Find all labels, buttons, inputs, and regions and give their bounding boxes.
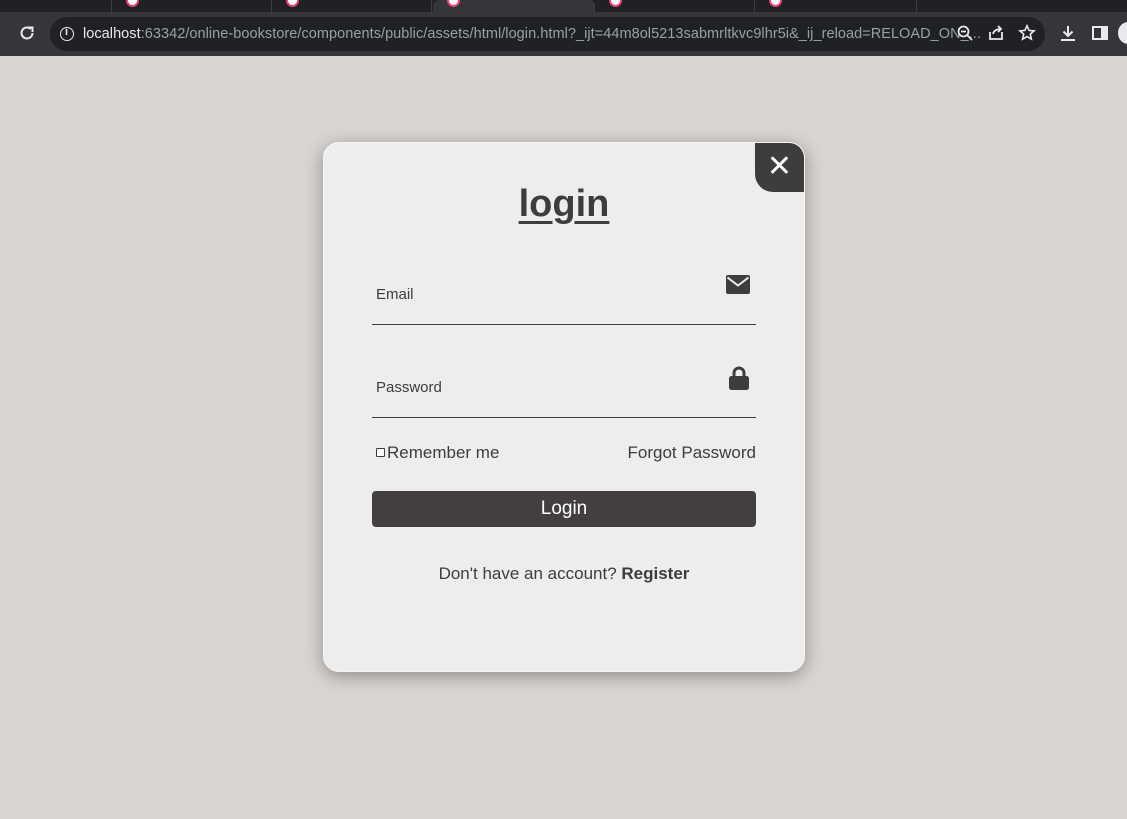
lock-icon <box>729 366 749 395</box>
browser-tab[interactable] <box>755 0 917 12</box>
remember-me-option[interactable]: Remember me <box>376 443 499 463</box>
browser-tab[interactable] <box>0 0 112 12</box>
tab-favicon-icon <box>126 0 139 7</box>
email-field[interactable]: Email <box>372 265 756 325</box>
password-label: Password <box>376 379 442 396</box>
remember-me-checkbox[interactable] <box>376 448 385 457</box>
browser-tab-strip <box>0 0 1127 12</box>
browser-tab[interactable] <box>112 0 272 12</box>
star-icon[interactable] <box>1017 23 1037 46</box>
share-icon[interactable] <box>987 24 1005 46</box>
profile-avatar[interactable] <box>1118 22 1127 44</box>
browser-toolbar: localhost:63342/online-bookstore/compone… <box>0 12 1127 56</box>
reload-icon[interactable] <box>18 24 36 46</box>
close-icon: ✕ <box>766 150 793 183</box>
info-icon[interactable] <box>60 26 74 41</box>
zoom-out-icon[interactable] <box>956 24 974 46</box>
browser-tab[interactable] <box>272 0 432 12</box>
login-button[interactable]: Login <box>372 491 756 527</box>
remember-me-label: Remember me <box>387 443 500 462</box>
login-title: login <box>518 183 610 225</box>
register-link[interactable]: Register <box>621 564 689 583</box>
url-text: localhost:63342/online-bookstore/compone… <box>83 26 981 42</box>
register-prompt: Don't have an account? Register <box>324 564 804 584</box>
envelope-icon <box>726 275 750 299</box>
tab-favicon-icon <box>769 0 782 7</box>
side-panel-icon[interactable] <box>1091 24 1109 46</box>
no-account-text: Don't have an account? <box>438 564 622 583</box>
browser-tab-active[interactable] <box>433 0 595 12</box>
email-label: Email <box>376 286 414 303</box>
download-icon[interactable] <box>1059 24 1077 46</box>
tab-favicon-icon <box>447 0 460 7</box>
address-bar[interactable]: localhost:63342/online-bookstore/compone… <box>50 17 1045 51</box>
tab-favicon-icon <box>286 0 299 7</box>
tab-favicon-icon <box>609 0 622 7</box>
form-options: Remember me Forgot Password <box>372 442 756 466</box>
password-field[interactable]: Password <box>372 358 756 418</box>
login-modal: ✕ login Email Password Remember me Forgo… <box>323 142 805 672</box>
forgot-password-link[interactable]: Forgot Password <box>628 443 757 463</box>
browser-tab[interactable] <box>595 0 755 12</box>
